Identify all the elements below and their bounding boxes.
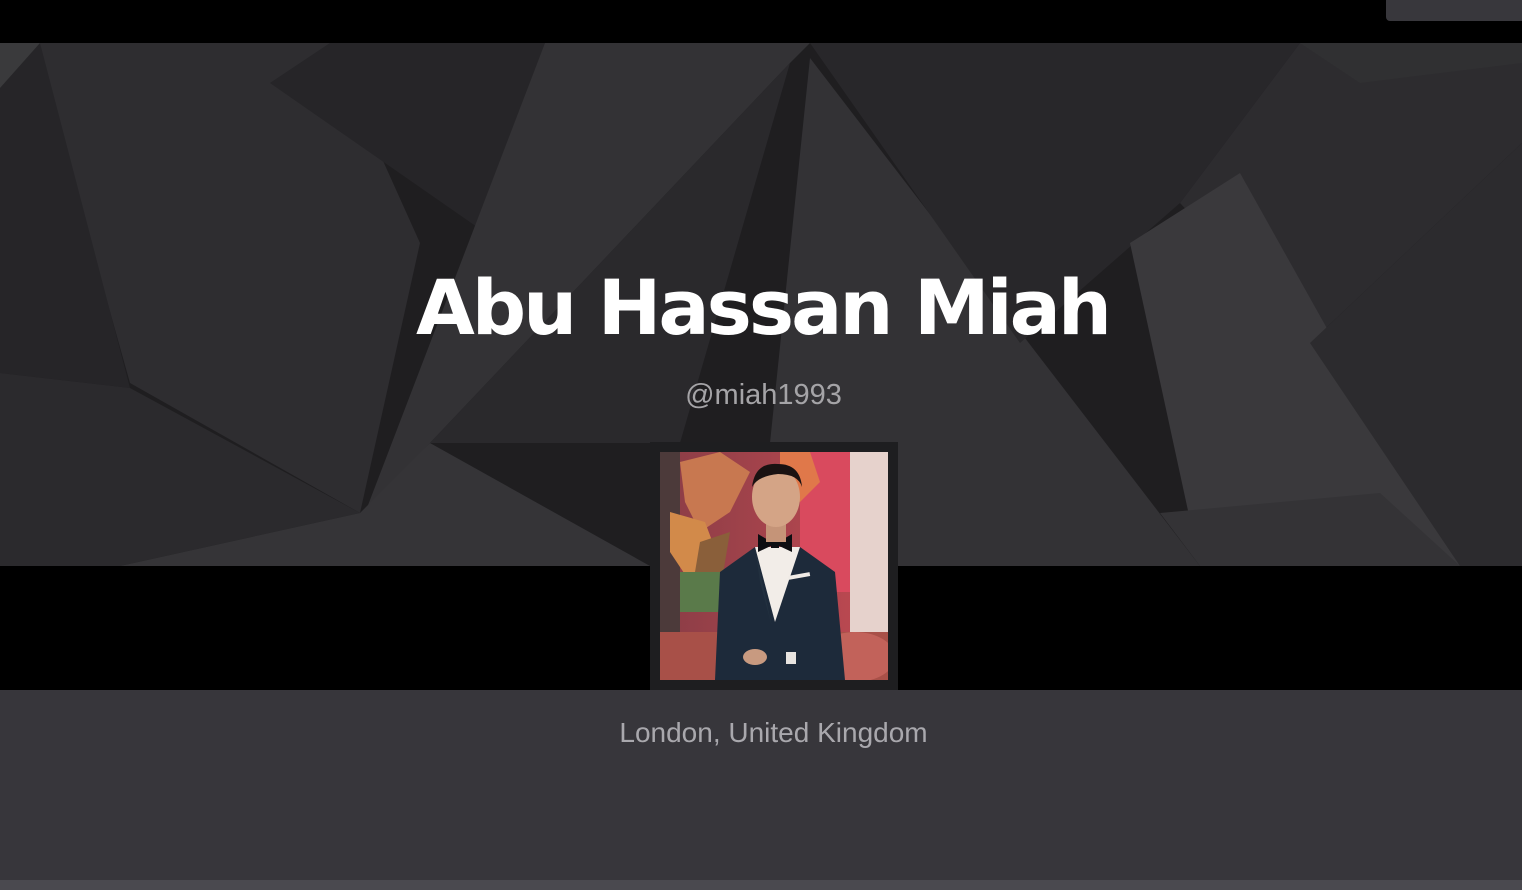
- bottom-edge: [0, 880, 1522, 890]
- profile-page: Abu Hassan Miah @miah1993 London, United…: [0, 0, 1522, 890]
- top-bar: [0, 0, 1522, 43]
- avatar-photo: [660, 452, 888, 680]
- avatar-frame: [650, 442, 898, 690]
- profile-name: Abu Hassan Miah: [415, 263, 1112, 352]
- top-bar-tab[interactable]: [1386, 0, 1522, 21]
- profile-handle[interactable]: @miah1993: [0, 376, 1522, 414]
- profile-location: London, United Kingdom: [619, 717, 928, 748]
- avatar[interactable]: [660, 452, 888, 680]
